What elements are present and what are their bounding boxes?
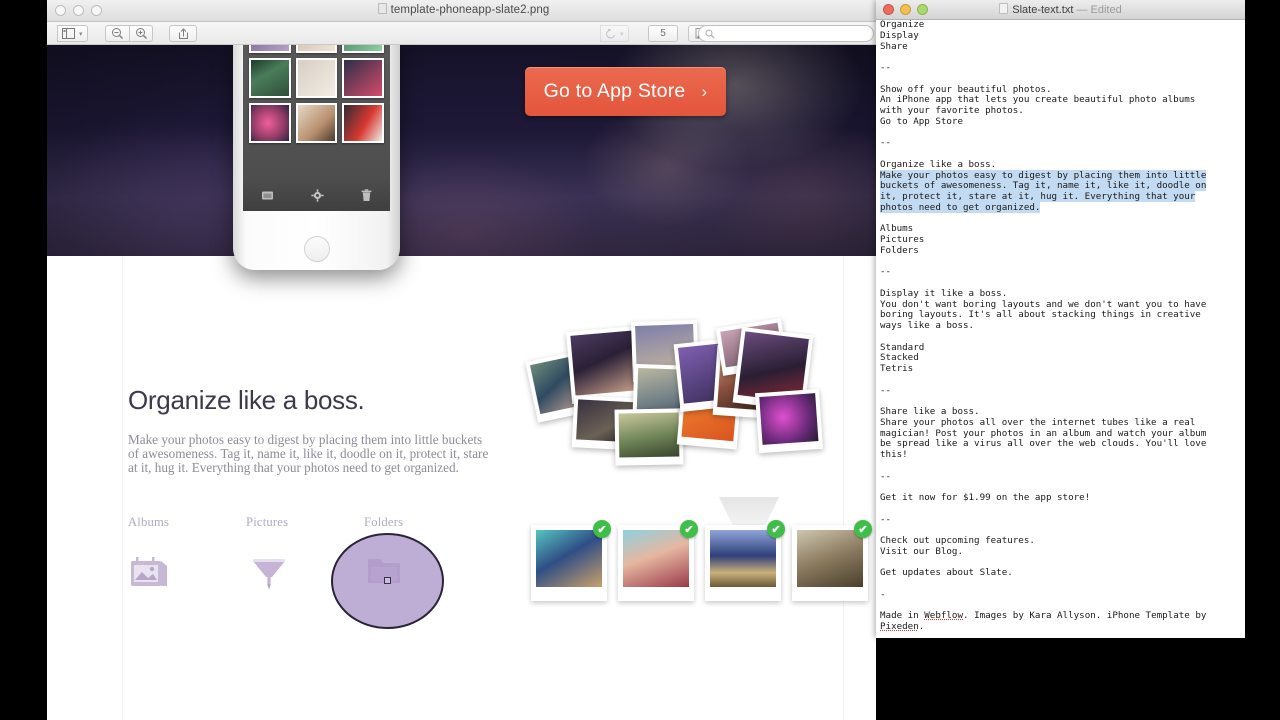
go-to-app-store-button[interactable]: Go to App Store › bbox=[525, 67, 726, 116]
albums-icon bbox=[128, 553, 246, 595]
textedit-bottom-letterbox bbox=[876, 638, 1245, 720]
page-count-label: 5 bbox=[660, 28, 666, 39]
left-letterbox bbox=[0, 0, 47, 720]
hero-banner bbox=[47, 45, 880, 256]
page-count-button[interactable]: 5 bbox=[648, 25, 678, 42]
photo-frame bbox=[705, 525, 781, 601]
iphone-home-button bbox=[303, 236, 330, 262]
feature-tab-label: Pictures bbox=[246, 515, 289, 529]
photo-row-item[interactable]: ✔ bbox=[792, 520, 872, 601]
feature-tabs[interactable]: Albums Pictures Folders bbox=[128, 515, 508, 625]
iphone-thumb bbox=[342, 58, 384, 98]
zoom-in-button[interactable] bbox=[129, 25, 153, 42]
iphone-mockup bbox=[233, 45, 400, 270]
organize-body-text: Make your photos easy to digest by placi… bbox=[128, 432, 489, 476]
textedit-filename: Slate-text.txt bbox=[1012, 4, 1074, 16]
rotate-left-button[interactable]: ▾ bbox=[600, 25, 629, 42]
photo-row-item[interactable]: ✔ bbox=[618, 520, 698, 601]
text-block-credits-mid: . Images by Kara Allyson. iPhone Templat… bbox=[963, 610, 1207, 622]
iphone-thumb bbox=[249, 45, 291, 53]
markup-ellipse-annotation[interactable] bbox=[331, 533, 444, 629]
chevron-down-icon: ▾ bbox=[79, 30, 83, 38]
checkmark-badge[interactable]: ✔ bbox=[680, 520, 698, 538]
photo-row-item[interactable]: ✔ bbox=[705, 520, 785, 601]
folder-icon[interactable] bbox=[261, 189, 274, 201]
preview-toolbar[interactable]: ▾ ▾ 5 bbox=[47, 22, 880, 45]
iphone-thumb bbox=[295, 58, 338, 98]
textedit-window: Slate-text.txt — Edited Organize Display… bbox=[876, 0, 1245, 638]
search-text-field[interactable] bbox=[715, 27, 865, 40]
document-icon bbox=[377, 3, 387, 14]
text-block-before-selection: Organize Display Share -- Show off your … bbox=[880, 20, 1196, 170]
search-input[interactable] bbox=[698, 25, 874, 42]
iphone-photo-grid bbox=[249, 45, 384, 143]
sidebar-icon bbox=[62, 28, 75, 39]
share-button[interactable] bbox=[169, 25, 197, 42]
right-letterbox bbox=[1245, 0, 1280, 720]
zoom-in-icon bbox=[135, 28, 147, 39]
photo-frame bbox=[618, 525, 694, 601]
preview-window: template-phoneapp-slate2.png ▾ ▾ 5 Go to… bbox=[47, 0, 880, 720]
selected-text[interactable]: Make your photos easy to digest by placi… bbox=[880, 169, 1207, 213]
organize-heading: Organize like a boss. bbox=[128, 385, 365, 415]
iphone-thumb bbox=[295, 45, 338, 53]
gear-icon[interactable] bbox=[311, 188, 324, 202]
search-icon bbox=[705, 29, 715, 38]
preview-title-text: template-phoneapp-slate2.png bbox=[390, 4, 550, 16]
sidebar-view-button[interactable]: ▾ bbox=[57, 25, 88, 42]
chevron-down-icon: ▾ bbox=[620, 30, 624, 38]
photo-row-item[interactable]: ✔ bbox=[531, 520, 611, 601]
photo-frame bbox=[531, 525, 607, 601]
preview-titlebar[interactable]: template-phoneapp-slate2.png bbox=[47, 0, 880, 22]
textedit-text-area[interactable]: Organize Display Share -- Show off your … bbox=[876, 20, 1245, 638]
hero-vignette bbox=[47, 45, 880, 256]
zoom-out-button[interactable] bbox=[105, 25, 129, 42]
text-block-after-selection: Albums Pictures Folders -- Display it li… bbox=[880, 223, 1207, 622]
feature-tab-label: Folders bbox=[364, 515, 404, 529]
iphone-thumb bbox=[249, 103, 291, 143]
feature-tab-albums[interactable]: Albums bbox=[128, 515, 246, 625]
feature-tab-label: Albums bbox=[128, 515, 170, 529]
collage-photo bbox=[614, 408, 684, 466]
iphone-tabbar[interactable] bbox=[243, 179, 390, 211]
screen: template-phoneapp-slate2.png ▾ ▾ 5 Go to… bbox=[0, 0, 1280, 720]
cta-label: Go to App Store bbox=[543, 80, 686, 102]
iphone-thumb bbox=[342, 45, 384, 53]
trash-icon[interactable] bbox=[361, 188, 372, 202]
zoom-out-icon bbox=[112, 28, 123, 39]
text-block-credits-end: . bbox=[918, 621, 925, 632]
misspelled-word-pixeden: Pixeden bbox=[880, 621, 919, 632]
preview-window-title: template-phoneapp-slate2.png bbox=[47, 3, 880, 16]
markup-resize-handle[interactable] bbox=[383, 577, 391, 584]
textedit-window-title: Slate-text.txt — Edited bbox=[876, 3, 1245, 16]
rotate-left-icon bbox=[606, 27, 615, 38]
iphone-screen bbox=[243, 45, 390, 211]
misspelled-word-webflow: Webflow bbox=[924, 610, 963, 622]
checkmark-badge[interactable]: ✔ bbox=[593, 520, 611, 538]
collage-photo bbox=[754, 388, 824, 454]
chevron-right-icon: › bbox=[701, 81, 708, 101]
iphone-thumb bbox=[249, 58, 291, 98]
checkmark-badge[interactable]: ✔ bbox=[854, 520, 872, 538]
iphone-thumb bbox=[295, 103, 338, 143]
textedit-titlebar[interactable]: Slate-text.txt — Edited bbox=[876, 0, 1245, 20]
document-icon bbox=[999, 3, 1009, 14]
selected-photo-row[interactable]: ✔ ✔ ✔ ✔ bbox=[531, 520, 872, 601]
previewed-image: Go to App Store › Organize like a boss. … bbox=[47, 45, 880, 720]
iphone-thumb bbox=[342, 103, 384, 143]
photo-collage bbox=[525, 318, 849, 501]
textedit-edited-state: — Edited bbox=[1076, 4, 1122, 16]
share-icon bbox=[178, 27, 188, 39]
photo-frame bbox=[792, 525, 868, 601]
checkmark-badge[interactable]: ✔ bbox=[767, 520, 785, 538]
